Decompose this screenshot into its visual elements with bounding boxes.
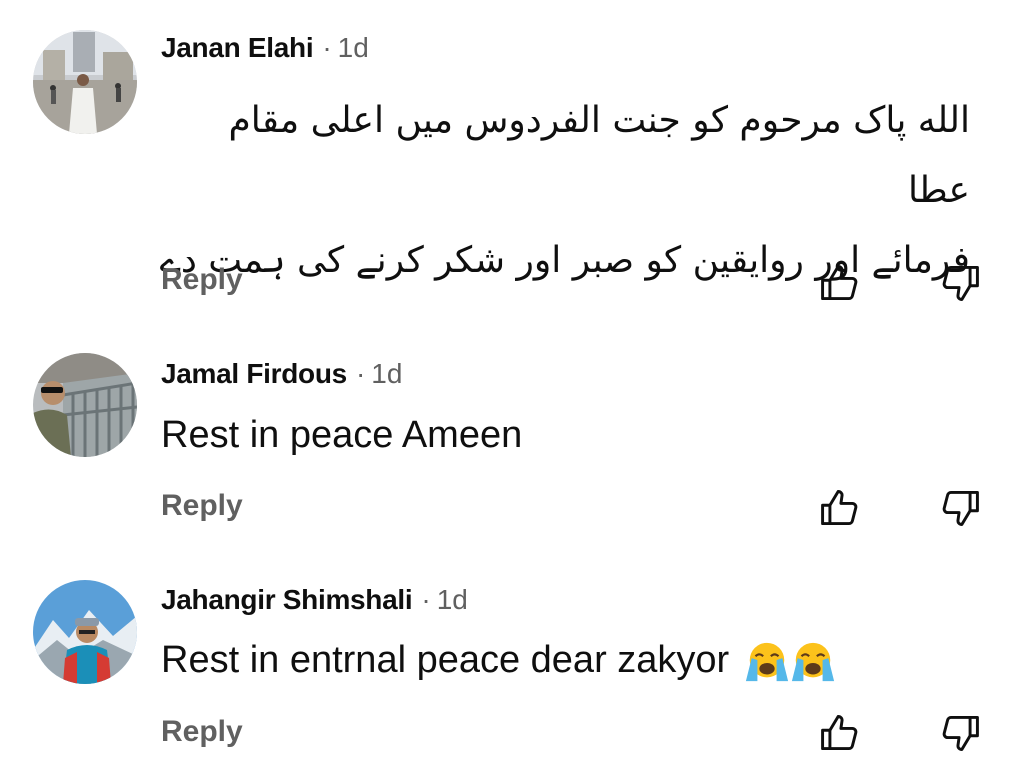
avatar[interactable] [33,580,137,684]
comment-text-line: الله پاک مرحوم کو جنت الفردوس میں اعلی م… [228,100,970,211]
comment-text: Rest in peace Ameen [161,414,523,456]
comment-item: Janan Elahi · 1d الله پاک مرحوم کو جنت ا… [0,0,1024,330]
dislike-button[interactable] [935,483,985,533]
comment-text: Rest in entrnal peace dear zakyor [161,639,836,685]
avatar[interactable] [33,30,137,134]
separator-dot: · [355,358,366,389]
avatar-photo-mountain [33,580,137,684]
separator-dot: · [421,584,431,615]
author-name[interactable]: Janan Elahi [161,32,314,64]
comment-timestamp: 1d [337,32,369,63]
thumbs-up-icon [821,715,858,751]
comment-text-content: Rest in entrnal peace dear zakyor [161,639,730,682]
thumbs-up-icon [821,265,858,301]
separator-dot: · [322,32,332,63]
avatar-photo-pilgrim [33,30,137,134]
avatar-photo-bridge [33,353,137,457]
thumbs-down-icon [942,715,979,751]
reply-button[interactable]: Reply [161,263,243,297]
comment-meta: Janan Elahi · 1d [161,28,369,68]
reply-button[interactable]: Reply [161,489,243,523]
comment-timestamp: 1d [436,584,468,615]
thumbs-up-icon [821,490,858,526]
comment-meta: Jahangir Shimshali · 1d [161,580,468,620]
comment-item: Jahangir Shimshali · 1d Rest in entrnal … [0,560,1024,755]
thumbs-down-icon [942,490,979,526]
loudly-crying-face-icon [791,642,834,682]
dislike-button[interactable] [935,708,985,758]
comment-meta: Jamal Firdous · 1d [161,354,402,394]
like-button[interactable] [815,258,865,308]
reply-button[interactable]: Reply [161,715,243,749]
author-name[interactable]: Jahangir Shimshali [161,584,413,616]
like-button[interactable] [815,708,865,758]
thumbs-down-icon [942,265,979,301]
loudly-crying-face-icon [745,642,788,682]
dislike-button[interactable] [935,258,985,308]
comment-item: Jamal Firdous · 1d Rest in peace Ameen R… [0,330,1024,560]
author-name[interactable]: Jamal Firdous [161,358,347,390]
like-button[interactable] [815,483,865,533]
comment-timestamp: 1d [371,358,403,389]
avatar[interactable] [33,353,137,457]
